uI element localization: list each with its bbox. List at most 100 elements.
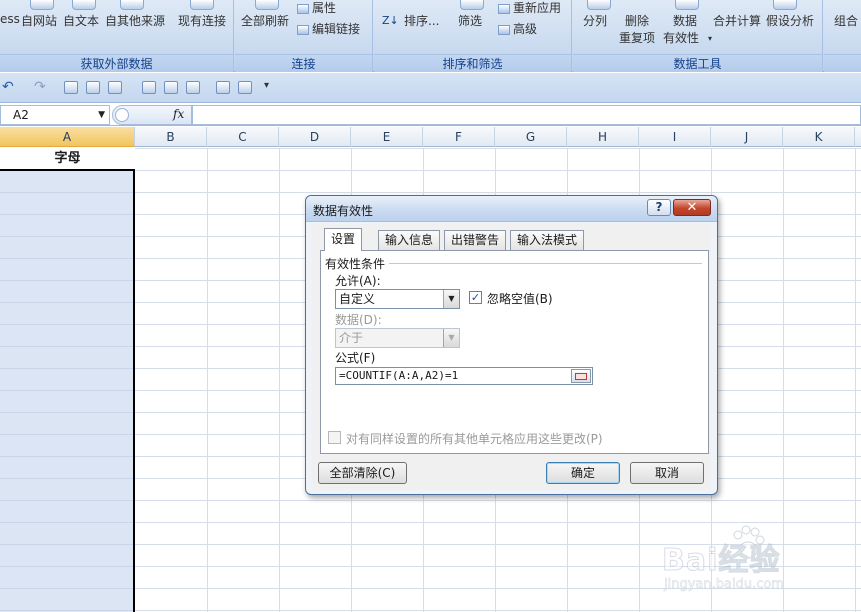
column-header-g[interactable]: G (495, 127, 567, 147)
column-header-h[interactable]: H (567, 127, 639, 147)
draw-icon[interactable] (108, 81, 122, 94)
tab-ime-mode[interactable]: 输入法模式 (510, 230, 585, 250)
chart-icon[interactable] (86, 81, 100, 94)
column-header-k[interactable]: K (783, 127, 855, 147)
text-to-columns-icon (587, 0, 611, 10)
ribbon-group-label: 排序和筛选 (374, 54, 571, 72)
data-validation-label-1[interactable]: 数据 (673, 12, 697, 29)
tab-input-message[interactable]: 输入信息 (378, 230, 441, 250)
reapply-button[interactable]: 重新应用 (498, 0, 561, 16)
undo-icon[interactable]: ↶ (2, 79, 14, 95)
refresh-all-button[interactable]: 全部刷新 (241, 12, 289, 29)
sort-button[interactable]: 排序... (404, 12, 439, 29)
column-header-i[interactable]: I (639, 127, 711, 147)
edit-links-icon (297, 24, 309, 35)
from-other-sources-icon (120, 0, 144, 10)
data-validation-label-2[interactable]: 有效性 (663, 29, 699, 46)
ignore-blank-checkbox[interactable]: ✓ (469, 291, 482, 304)
dialog-title-bar[interactable]: 数据有效性 ? ✕ (306, 196, 717, 222)
data-validation-dialog: 数据有效性 ? ✕ 设置 输入信息 出错警告 输入法模式 有效性条件 允许(A)… (305, 195, 718, 495)
spell-check-icon[interactable] (216, 81, 230, 94)
edit-links-label: 编辑链接 (312, 22, 361, 36)
formula-bar-expand-icon[interactable] (115, 108, 129, 122)
data-select[interactable]: 介于 ▼ (335, 328, 460, 348)
from-web-icon (30, 0, 54, 10)
tools-icon[interactable] (186, 81, 200, 94)
what-if-analysis-icon (773, 0, 797, 10)
edit-links-button[interactable]: 编辑链接 (297, 20, 360, 37)
ribbon-group-label: 获取外部数据 (0, 54, 233, 72)
name-box[interactable]: A2 ▼ (0, 105, 110, 125)
chevron-down-icon[interactable]: ▼ (443, 290, 459, 308)
cell-a1[interactable]: 字母 (0, 148, 135, 169)
column-headers: A B C D E F G H I J K (0, 127, 861, 147)
ribbon-group-label (824, 54, 861, 72)
insert-function-button[interactable]: fx (173, 107, 184, 121)
tab-settings[interactable]: 设置 (324, 228, 363, 251)
properties-button[interactable]: 属性 (297, 0, 336, 16)
gridline (279, 148, 280, 612)
remove-duplicates-label-2[interactable]: 重复项 (619, 29, 655, 46)
column-header-b[interactable]: B (135, 127, 207, 147)
validation-criteria-heading: 有效性条件 (325, 255, 388, 272)
ribbon: ess 自网站 自文本 自其他来源 现有连接 获取外部数据 全部刷新 属性 编辑… (0, 0, 861, 72)
text-to-columns-button[interactable]: 分列 (583, 12, 607, 29)
formula-field[interactable]: =COUNTIF(A:A,A2)=1 (335, 367, 593, 385)
formula-field-value: =COUNTIF(A:A,A2)=1 (339, 369, 459, 382)
advanced-button[interactable]: 高级 (498, 20, 537, 37)
from-other-sources-button[interactable]: 自其他来源 (105, 12, 165, 29)
from-web-button[interactable]: 自网站 (21, 12, 57, 29)
cancel-button[interactable]: 取消 (630, 462, 704, 484)
ok-button[interactable]: 确定 (546, 462, 620, 484)
column-header-d[interactable]: D (279, 127, 351, 147)
chevron-down-icon[interactable]: ▼ (443, 329, 459, 347)
from-access-button[interactable]: ess (0, 12, 20, 26)
column-header-f[interactable]: F (423, 127, 495, 147)
redo-icon[interactable]: ↷ (34, 79, 46, 95)
baidu-jingyan-watermark: Bai经验 jingyan.baidu.com (660, 525, 860, 605)
data-label: 数据(D): (335, 313, 382, 327)
from-text-icon (72, 0, 96, 10)
column-header-a[interactable]: A (0, 127, 135, 147)
ribbon-group-connections: 全部刷新 属性 编辑链接 连接 (235, 0, 373, 72)
filter-button[interactable]: 筛选 (458, 12, 482, 29)
table-icon[interactable] (164, 81, 178, 94)
data-validation-icon (675, 0, 699, 10)
formula-label: 公式(F) (335, 351, 376, 365)
allow-select[interactable]: 自定义 ▼ (335, 289, 460, 309)
format-icon[interactable] (142, 81, 156, 94)
help-button[interactable]: ? (647, 199, 671, 216)
column-header-c[interactable]: C (207, 127, 279, 147)
allow-select-value: 自定义 (339, 292, 376, 306)
toolbar-icon[interactable] (64, 81, 78, 94)
print-preview-icon[interactable] (238, 81, 252, 94)
what-if-analysis-button[interactable]: 假设分析 (766, 12, 814, 29)
apply-all-checkbox[interactable] (328, 431, 341, 444)
ribbon-group-sort-filter: Z↓ 排序... 筛选 重新应用 高级 排序和筛选 (374, 0, 572, 72)
watermark-url: jingyan.baidu.com (664, 577, 784, 593)
remove-duplicates-label-1[interactable]: 删除 (625, 12, 649, 29)
reapply-label: 重新应用 (513, 1, 562, 15)
name-box-dropdown-icon[interactable]: ▼ (98, 106, 105, 124)
formula-input[interactable] (192, 105, 861, 125)
customize-toolbar-icon[interactable]: ▾ (264, 80, 269, 91)
dialog-body: 设置 输入信息 出错警告 输入法模式 有效性条件 允许(A): 自定义 ▼ ✓ … (312, 224, 711, 490)
from-text-button[interactable]: 自文本 (63, 12, 99, 29)
consolidate-button[interactable]: 合并计算 (713, 12, 761, 29)
tab-error-alert[interactable]: 出错警告 (444, 230, 507, 250)
clear-all-button[interactable]: 全部清除(C) (318, 462, 407, 484)
refresh-all-icon (255, 0, 279, 10)
formula-buttons: fx (112, 105, 192, 125)
column-header-j[interactable]: J (711, 127, 783, 147)
sort-za-icon[interactable]: Z↓ (382, 14, 399, 27)
range-select-icon (575, 373, 587, 380)
ribbon-group-data-tools: 分列 删除 重复项 数据 有效性 ▾ 合并计算 假设分析 数据工具 (573, 0, 823, 72)
collapse-dialog-button[interactable] (571, 369, 591, 383)
close-button[interactable]: ✕ (673, 199, 711, 216)
group-button[interactable]: 组合 (834, 12, 858, 29)
section-divider (389, 263, 702, 264)
existing-connections-button[interactable]: 现有连接 (178, 12, 226, 29)
ribbon-group-outline: 组合 (824, 0, 861, 72)
column-header-e[interactable]: E (351, 127, 423, 147)
data-validation-dropdown-icon[interactable]: ▾ (708, 34, 712, 43)
